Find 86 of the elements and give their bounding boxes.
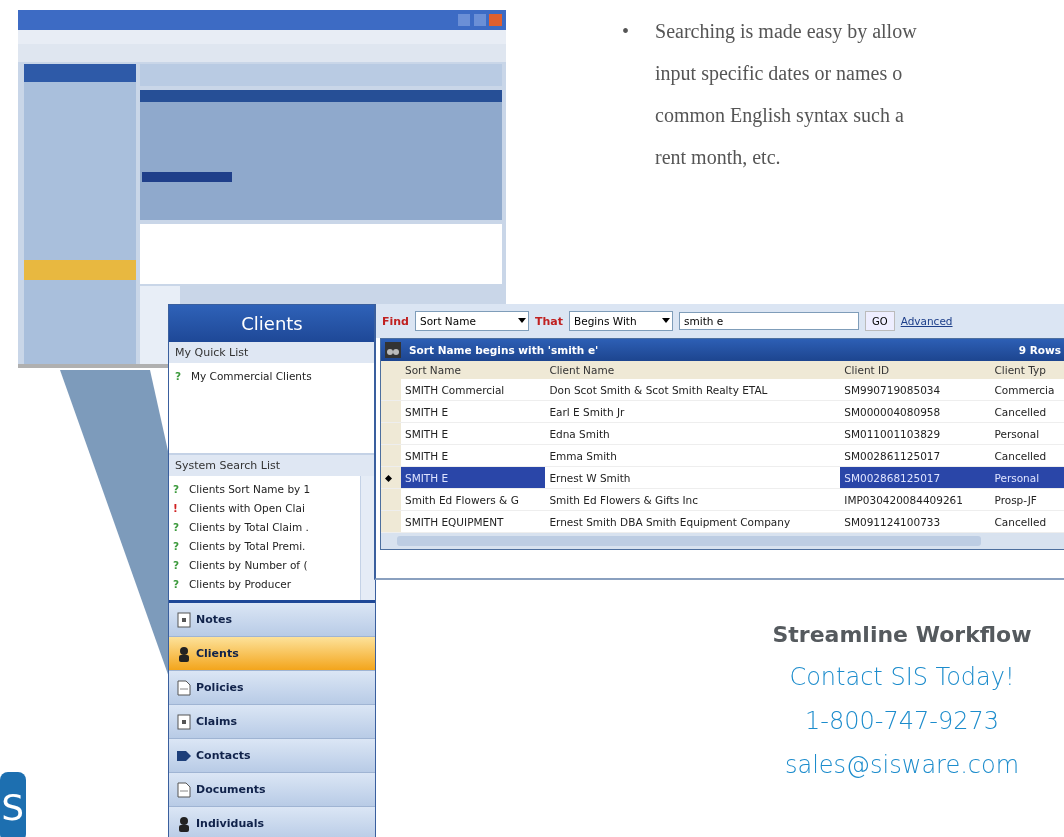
grid-title: Sort Name begins with 'smith e' xyxy=(409,344,600,356)
table-cell: Ernest W Smith xyxy=(545,466,841,489)
table-cell: Ernest Smith DBA Smith Equipment Company xyxy=(545,510,841,533)
table-cell: Don Scot Smith & Scot Smith Realty ETAL xyxy=(545,379,841,401)
row-count: 9 Rows xyxy=(1018,344,1062,356)
table-cell: Smith Ed Flowers & Gifts Inc xyxy=(545,488,841,511)
document-icon xyxy=(177,611,191,628)
advanced-link[interactable]: Advanced xyxy=(900,315,953,327)
table-cell: SMITH E xyxy=(401,400,546,423)
table-row[interactable]: SMITH Commercial Don Scot Smith & Scot Smith Realty ETAL SM990719085034 Commercia xyxy=(381,379,1064,401)
dropdown-arrow-icon xyxy=(662,318,670,323)
column-header[interactable]: Client ID xyxy=(840,361,991,379)
dropdown-arrow-icon xyxy=(518,318,526,323)
section-heading: My Quick List xyxy=(169,342,375,363)
table-cell: SMITH E xyxy=(401,444,546,467)
nav-item[interactable]: Individuals xyxy=(169,807,375,837)
logo: S xyxy=(0,772,26,837)
person-icon xyxy=(177,645,191,662)
list-item[interactable]: ? Clients Sort Name by 1 xyxy=(173,480,356,499)
table-cell: Cancelled xyxy=(990,510,1064,533)
nav-item[interactable]: Policies xyxy=(169,671,375,705)
table-cell: SM002861125017 xyxy=(840,444,991,467)
list-item[interactable]: ? My Commercial Clients xyxy=(175,367,369,386)
nav-item[interactable]: Notes xyxy=(169,603,375,637)
table-cell: SMITH E xyxy=(401,422,546,445)
nav-item[interactable]: Contacts xyxy=(169,739,375,773)
list-item[interactable]: ? Clients by Number of ( xyxy=(173,556,356,575)
table-cell: SM000004080958 xyxy=(840,400,991,423)
binoculars-icon xyxy=(385,342,401,358)
go-button[interactable]: GO xyxy=(865,311,895,331)
table-cell: SMITH E xyxy=(401,466,546,489)
nav-item[interactable]: Documents xyxy=(169,773,375,807)
table-cell: Personal xyxy=(990,422,1064,445)
nav-item[interactable]: Clients xyxy=(169,637,375,671)
that-label: That xyxy=(535,314,563,328)
table-cell: Personal xyxy=(990,466,1064,489)
table-cell: SMITH Commercial xyxy=(401,379,546,401)
bullet-mark: • xyxy=(622,19,629,44)
column-header[interactable]: Sort Name xyxy=(401,361,546,379)
table-cell: SMITH EQUIPMENT xyxy=(401,510,546,533)
table-cell: Commercia xyxy=(990,379,1064,401)
promo-heading: Streamline Workflow xyxy=(772,622,1032,647)
document-icon xyxy=(177,713,191,730)
table-cell: SM002868125017 xyxy=(840,466,991,489)
phone-number: 1-800-747-9273 xyxy=(805,707,999,735)
email-link[interactable]: sales@sisware.com xyxy=(784,751,1020,779)
search-field[interactable]: smith e xyxy=(679,312,859,330)
table-cell: Prosp-JF xyxy=(990,488,1064,511)
table-cell: Earl E Smith Jr xyxy=(545,400,841,423)
table-cell: Smith Ed Flowers & G xyxy=(401,488,546,511)
scrollbar[interactable] xyxy=(381,533,1064,549)
column-header[interactable]: Client Name xyxy=(545,361,841,379)
table-row[interactable]: SMITH EQUIPMENT Ernest Smith DBA Smith Equipment Company SM091124100733 Cancelled xyxy=(381,510,1064,533)
body-text-line: rent month, etc. xyxy=(655,145,782,170)
table-row[interactable]: SMITH E Emma Smith SM002861125017 Cancelled xyxy=(381,444,1064,467)
person-icon xyxy=(177,815,191,832)
table-cell: SM091124100733 xyxy=(840,510,991,533)
table-cell: SM011001103829 xyxy=(840,422,991,445)
table-cell: IMP030420084409261 xyxy=(840,488,991,511)
table-cell: Emma Smith xyxy=(545,444,841,467)
section-heading: System Search List xyxy=(169,455,375,476)
list-item[interactable]: ? Clients by Producer xyxy=(173,575,356,594)
list-item[interactable]: ! Clients with Open Clai xyxy=(173,499,356,518)
contact-text: Contact SIS Today! xyxy=(789,663,1015,691)
field-dropdown[interactable]: Sort Name xyxy=(415,311,529,331)
table-row[interactable]: SMITH E Ernest W Smith SM002868125017 Personal xyxy=(381,466,1064,489)
list-item[interactable]: ? Clients by Total Premi. xyxy=(173,537,356,556)
table-cell: SM990719085034 xyxy=(840,379,991,401)
document-icon xyxy=(177,679,191,696)
body-text-line: input specific dates or names o xyxy=(655,61,904,87)
table-cell: Cancelled xyxy=(990,444,1064,467)
column-header[interactable]: Client Typ xyxy=(990,361,1064,379)
table-cell: Edna Smith xyxy=(545,422,841,445)
document-icon xyxy=(177,781,191,798)
table-row[interactable]: SMITH E Edna Smith SM011001103829 Personal xyxy=(381,422,1064,445)
table-row[interactable]: SMITH E Earl E Smith Jr SM000004080958 Cancelled xyxy=(381,400,1064,423)
operator-dropdown[interactable]: Begins With xyxy=(569,311,673,331)
body-text-line: common English syntax such a xyxy=(655,103,905,129)
list-item[interactable]: ? Clients by Total Claim . xyxy=(173,518,356,537)
row-pointer-icon xyxy=(385,474,392,482)
sidebar-title: Clients xyxy=(169,305,375,342)
find-label: Find xyxy=(382,314,409,328)
body-text-line: Searching is made easy by allow xyxy=(655,19,917,45)
table-row[interactable]: Smith Ed Flowers & G Smith Ed Flowers & Gifts Inc IMP030420084409261 Prosp-JF xyxy=(381,488,1064,511)
nav-item[interactable]: Claims xyxy=(169,705,375,739)
table-cell: Cancelled xyxy=(990,400,1064,423)
